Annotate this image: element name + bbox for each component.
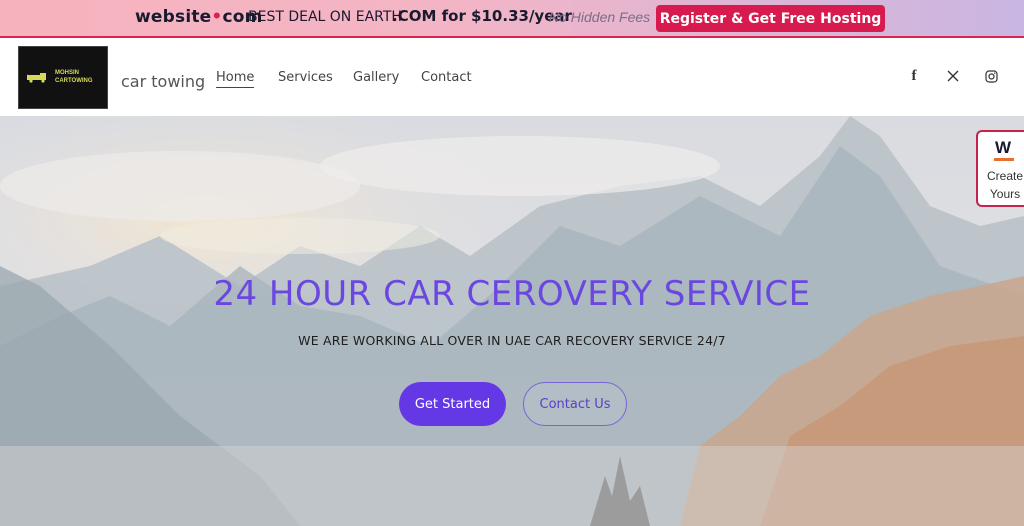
hero-section: 24 HOUR CAR CEROVERY SERVICE WE ARE WORK… (0, 116, 1024, 526)
widget-underline (994, 158, 1014, 161)
site-logo[interactable]: MOHSIN CARTOWING (18, 46, 108, 109)
hero-subtitle: WE ARE WORKING ALL OVER IN UAE CAR RECOV… (298, 333, 726, 348)
website-w-icon: W (995, 138, 1012, 157)
promo-brand-logo[interactable]: website•com (135, 7, 263, 27)
widget-label: Create Yours (986, 169, 1024, 201)
create-yours-widget[interactable]: W Create Yours (976, 130, 1024, 207)
x-icon[interactable] (945, 68, 961, 84)
hero-title: 24 HOUR CAR CEROVERY SERVICE (213, 274, 811, 314)
promo-deal-text: BEST DEAL ON EARTH (248, 9, 402, 25)
promo-banner: website•com : BEST DEAL ON EARTH .COM fo… (0, 0, 1024, 38)
get-started-button[interactable]: Get Started (399, 382, 506, 426)
nav-gallery[interactable]: Gallery (353, 70, 399, 85)
tow-truck-icon (27, 73, 46, 83)
promo-fees-text: No Hidden Fees (549, 9, 651, 25)
instagram-icon[interactable] (983, 68, 999, 84)
facebook-icon[interactable]: f (906, 68, 922, 84)
logo-text: MOHSIN CARTOWING (55, 70, 93, 84)
promo-price-text: .COM for $10.33/year (392, 7, 572, 25)
promo-colon: : (236, 8, 241, 25)
site-name[interactable]: car towing (121, 72, 205, 91)
nav-contact[interactable]: Contact (421, 70, 472, 85)
register-hosting-button[interactable]: Register & Get Free Hosting (656, 5, 885, 32)
contact-us-button[interactable]: Contact Us (523, 382, 627, 426)
nav-services[interactable]: Services (278, 70, 333, 85)
nav-home[interactable]: Home (216, 70, 255, 88)
site-header: MOHSIN CARTOWING car towing Home Service… (0, 38, 1024, 116)
mountain-background (0, 116, 1024, 526)
